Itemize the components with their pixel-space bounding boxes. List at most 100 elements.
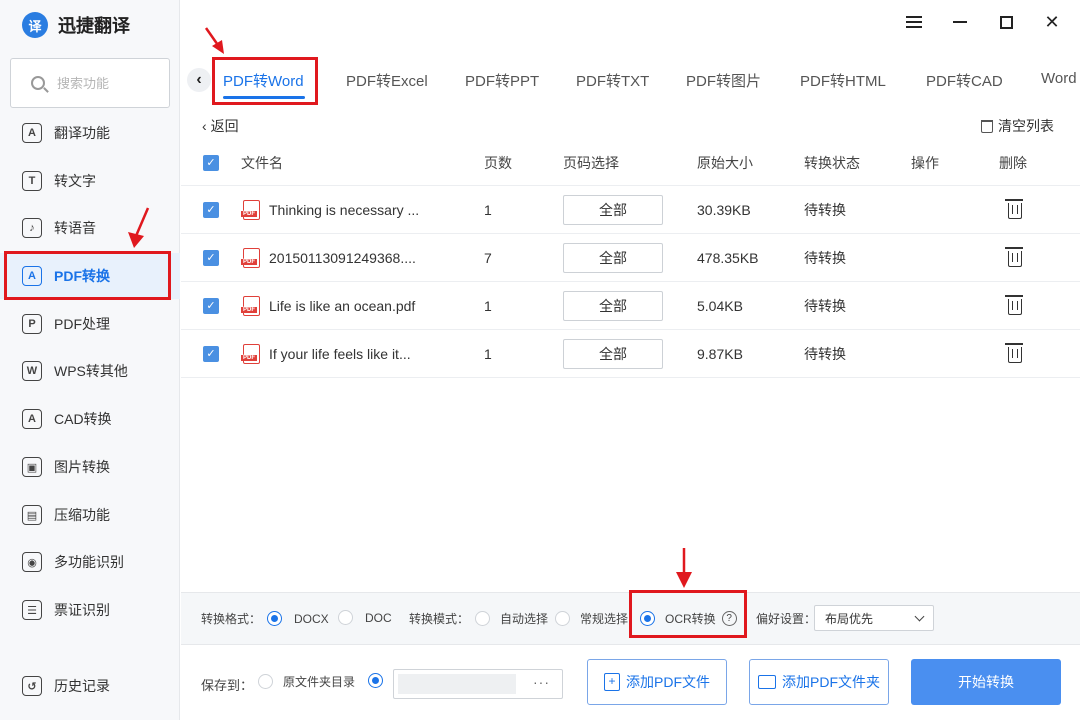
delete-row-trash-icon[interactable] xyxy=(1005,247,1023,267)
sidebar-item-wps-convert[interactable]: W WPS转其他 xyxy=(0,348,180,394)
select-all-checkbox[interactable]: ✓ xyxy=(203,154,219,171)
app-name: 迅捷翻译 xyxy=(58,16,130,36)
page-count: 1 xyxy=(484,201,492,218)
tab-pdf-to-cad[interactable]: PDF转CAD xyxy=(926,70,1003,91)
header-delete: 删除 xyxy=(999,154,1027,171)
start-convert-button[interactable]: 开始转换 xyxy=(911,659,1061,705)
add-pdf-folder-button[interactable]: 添加PDF文件夹 xyxy=(749,659,889,705)
output-path-field[interactable]: ··· xyxy=(393,669,563,699)
tab-word[interactable]: Word xyxy=(1041,70,1077,87)
back-label: 返回 xyxy=(210,118,239,134)
text-icon: T xyxy=(22,171,42,191)
add-file-label: 添加PDF文件 xyxy=(626,674,710,690)
page-select-button[interactable]: 全部 xyxy=(563,290,663,321)
sidebar-item-label: 翻译功能 xyxy=(54,125,110,141)
tab-pdf-to-html[interactable]: PDF转HTML xyxy=(800,70,886,91)
minimize-icon xyxy=(953,21,967,23)
sidebar-item-to-speech[interactable]: ♪ 转语音 xyxy=(0,205,180,251)
page-select-button[interactable]: 全部 xyxy=(563,242,663,273)
sidebar-item-label: 票证识别 xyxy=(54,602,110,618)
tab-pdf-to-ppt[interactable]: PDF转PPT xyxy=(465,70,539,91)
sidebar-item-label: 压缩功能 xyxy=(54,507,110,523)
add-folder-label: 添加PDF文件夹 xyxy=(782,674,880,690)
sidebar-item-to-text[interactable]: T 转文字 xyxy=(0,158,180,204)
page-select-button[interactable]: 全部 xyxy=(563,338,663,369)
logo-icon: 译 xyxy=(22,12,48,38)
tab-pdf-to-excel[interactable]: PDF转Excel xyxy=(346,70,428,91)
add-pdf-file-button[interactable]: + 添加PDF文件 xyxy=(587,659,727,705)
conversion-options-bar: 转换格式： DOCX DOC 转换模式： 自动选择 常规选择 OCR转换 ? 偏… xyxy=(181,592,1080,644)
pdf-file-icon xyxy=(241,343,260,364)
sidebar-item-multi-recognize[interactable]: ◉ 多功能识别 xyxy=(0,539,180,585)
table-row: ✓ Life is like an ocean.pdf 1 全部 5.04KB … xyxy=(181,282,1080,330)
clear-list-button[interactable]: 清空列表 xyxy=(981,116,1054,136)
file-size: 30.39KB xyxy=(697,201,751,218)
clear-list-label: 清空列表 xyxy=(998,118,1054,134)
format-doc-radio[interactable] xyxy=(338,610,353,625)
tab-pdf-to-txt[interactable]: PDF转TXT xyxy=(576,70,649,91)
cad-icon: A xyxy=(22,409,42,429)
convert-status: 待转换 xyxy=(804,249,846,266)
delete-row-trash-icon[interactable] xyxy=(1005,199,1023,219)
row-checkbox[interactable]: ✓ xyxy=(203,297,219,314)
file-name: 20150113091249368.... xyxy=(269,249,416,266)
file-name: Life is like an ocean.pdf xyxy=(269,297,416,314)
row-checkbox[interactable]: ✓ xyxy=(203,345,219,362)
active-tab-indicator xyxy=(223,96,305,99)
preference-label: 偏好设置： xyxy=(756,612,817,626)
source-dir-radio[interactable] xyxy=(258,674,273,689)
custom-dir-radio[interactable] xyxy=(368,673,383,688)
close-button[interactable]: ✕ xyxy=(1042,12,1062,32)
bottom-action-bar: 保存到： 原文件夹目录 ··· + 添加PDF文件 添加PDF文件夹 开始转换 xyxy=(181,644,1080,720)
delete-row-trash-icon[interactable] xyxy=(1005,343,1023,363)
app-logo: 译 迅捷翻译 xyxy=(22,12,130,38)
pdf-convert-icon: A xyxy=(22,266,42,286)
menu-button[interactable] xyxy=(904,12,924,32)
page-select-button[interactable]: 全部 xyxy=(563,194,663,225)
sidebar-item-pdf-convert[interactable]: A PDF转换 xyxy=(0,253,180,299)
file-name: If your life feels like it... xyxy=(269,345,411,362)
maximize-button[interactable] xyxy=(996,12,1016,32)
back-link[interactable]: ‹ 返回 xyxy=(202,116,239,136)
mode-ocr-radio[interactable] xyxy=(640,611,655,626)
sidebar-item-compress[interactable]: ▤ 压缩功能 xyxy=(0,492,180,538)
row-checkbox[interactable]: ✓ xyxy=(203,249,219,266)
browse-button[interactable]: ··· xyxy=(533,674,550,690)
wps-icon: W xyxy=(22,361,42,381)
compress-icon: ▤ xyxy=(22,505,42,525)
table-row: ✓ If your life feels like it... 1 全部 9.8… xyxy=(181,330,1080,378)
conversion-tabs: ‹ PDF转Word PDF转Excel PDF转PPT PDF转TXT PDF… xyxy=(181,58,1080,102)
sidebar-item-ticket-recognize[interactable]: ☰ 票证识别 xyxy=(0,587,180,633)
sidebar-item-label: 转文字 xyxy=(54,173,96,189)
tabs-scroll-left-button[interactable]: ‹ xyxy=(187,68,211,92)
sidebar-item-pdf-process[interactable]: P PDF处理 xyxy=(0,301,180,347)
search-icon xyxy=(31,76,45,90)
search-input[interactable] xyxy=(57,75,157,91)
table-header: ✓ 文件名 页数 页码选择 原始大小 转换状态 操作 删除 xyxy=(181,140,1080,186)
annotation-arrow-tab xyxy=(204,27,224,54)
chevron-left-icon: ‹ xyxy=(202,118,207,134)
eye-icon: ◉ xyxy=(22,552,42,572)
delete-row-trash-icon[interactable] xyxy=(1005,295,1023,315)
history-icon: ↺ xyxy=(22,676,42,696)
sidebar-item-image-convert[interactable]: ▣ 图片转换 xyxy=(0,444,180,490)
sidebar-item-label: 历史记录 xyxy=(54,678,110,694)
output-path-value xyxy=(398,674,516,694)
mode-label: 转换模式： xyxy=(409,612,470,626)
mode-auto-radio[interactable] xyxy=(475,611,491,626)
search-box[interactable] xyxy=(10,58,170,108)
help-icon[interactable]: ? xyxy=(721,611,737,626)
minimize-button[interactable] xyxy=(950,12,970,32)
preference-select[interactable]: 布局优先 xyxy=(814,605,934,631)
tab-pdf-to-image[interactable]: PDF转图片 xyxy=(686,70,761,91)
format-doc-label: DOC xyxy=(365,610,392,625)
sidebar-item-translate[interactable]: A 翻译功能 xyxy=(0,110,180,156)
sidebar-item-history[interactable]: ↺ 历史记录 xyxy=(0,663,180,709)
table-row: ✓ 20150113091249368.... 7 全部 478.35KB 待转… xyxy=(181,234,1080,282)
sidebar-item-cad-convert[interactable]: A CAD转换 xyxy=(0,396,180,442)
file-size: 9.87KB xyxy=(697,345,743,362)
format-docx-radio[interactable] xyxy=(267,611,283,626)
tab-pdf-to-word[interactable]: PDF转Word xyxy=(223,70,304,91)
row-checkbox[interactable]: ✓ xyxy=(203,201,219,218)
mode-normal-radio[interactable] xyxy=(555,611,570,626)
